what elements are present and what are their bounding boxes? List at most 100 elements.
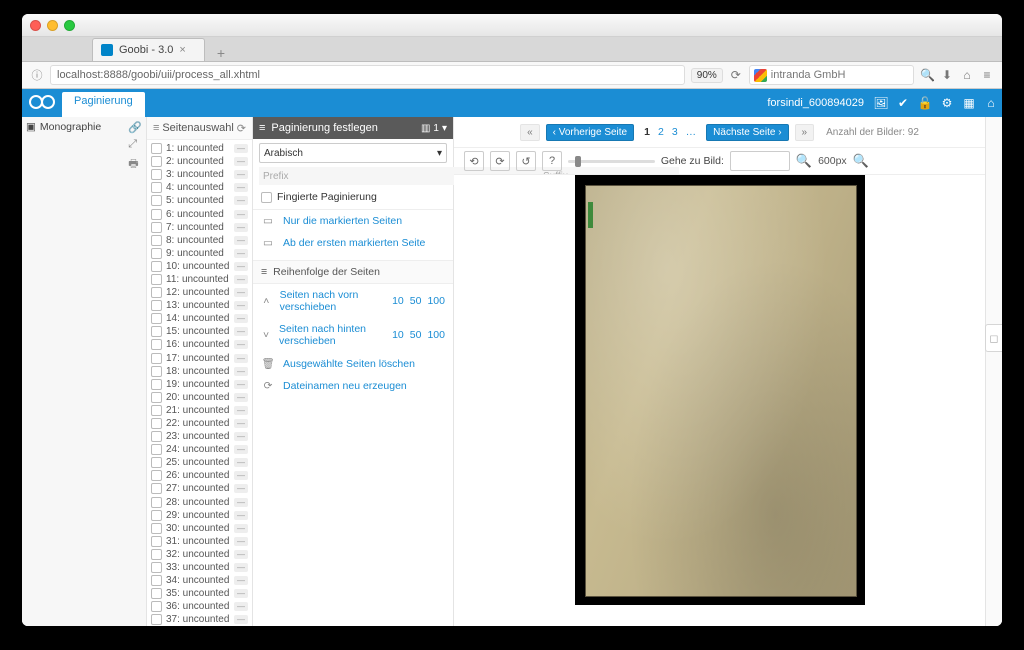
- page-checkbox[interactable]: [151, 588, 162, 599]
- page-checkbox[interactable]: [151, 300, 162, 311]
- page-checkbox[interactable]: [151, 601, 162, 612]
- page-row[interactable]: 5: uncounted—: [151, 194, 248, 207]
- order-action[interactable]: ˅Seiten nach hinten verschieben1050100: [253, 318, 453, 352]
- step-link[interactable]: 100: [427, 329, 445, 341]
- pagination-action[interactable]: ▭Ab der ersten markierten Seite: [253, 232, 453, 254]
- step-link[interactable]: 50: [410, 329, 422, 341]
- zoom-in-icon[interactable]: 🔍: [853, 153, 869, 169]
- page-row[interactable]: 34: uncounted—: [151, 574, 248, 587]
- new-tab-button[interactable]: +: [211, 45, 231, 61]
- page-checkbox[interactable]: [151, 143, 162, 154]
- page-checkbox[interactable]: [151, 614, 162, 625]
- page-row[interactable]: 29: uncounted—: [151, 509, 248, 522]
- page-checkbox[interactable]: [151, 379, 162, 390]
- page-row[interactable]: 6: uncounted—: [151, 207, 248, 220]
- home-icon[interactable]: ⌂: [980, 96, 1002, 110]
- hierarchy-icon[interactable]: ⤢: [128, 138, 142, 151]
- help-button[interactable]: ?: [542, 151, 562, 171]
- page-checkbox[interactable]: [151, 470, 162, 481]
- page-row[interactable]: 32: uncounted—: [151, 548, 248, 561]
- zoom-out-icon[interactable]: 🔍: [796, 153, 812, 169]
- page-checkbox[interactable]: [151, 418, 162, 429]
- page-checkbox[interactable]: [151, 366, 162, 377]
- pagination-action[interactable]: ▭Nur die markierten Seiten: [253, 210, 453, 232]
- unlock-icon[interactable]: 🔓: [914, 96, 936, 110]
- page-checkbox[interactable]: [151, 326, 162, 337]
- page-checkbox[interactable]: [151, 222, 162, 233]
- page-checkbox[interactable]: [151, 523, 162, 534]
- page-row[interactable]: 10: uncounted—: [151, 260, 248, 273]
- page-row[interactable]: 23: uncounted—: [151, 430, 248, 443]
- page-row[interactable]: 7: uncounted—: [151, 221, 248, 234]
- image-icon[interactable]: 🖼: [870, 96, 892, 110]
- search-submit-icon[interactable]: 🔍: [920, 68, 934, 82]
- zoom-window-icon[interactable]: [64, 20, 75, 31]
- close-window-icon[interactable]: [30, 20, 41, 31]
- collapse-icon[interactable]: ▣: [26, 121, 36, 133]
- minimize-window-icon[interactable]: [47, 20, 58, 31]
- page-checkbox[interactable]: [151, 339, 162, 350]
- page-row[interactable]: 15: uncounted—: [151, 325, 248, 338]
- prefix-input[interactable]: [259, 167, 399, 185]
- page-row[interactable]: 21: uncounted—: [151, 404, 248, 417]
- page-checkbox[interactable]: [151, 156, 162, 167]
- page-row[interactable]: 18: uncounted—: [151, 365, 248, 378]
- page-row[interactable]: 26: uncounted—: [151, 469, 248, 482]
- page-checkbox[interactable]: [151, 248, 162, 259]
- browser-tab[interactable]: Goobi - 3.0 ×: [92, 38, 205, 61]
- page-row[interactable]: 13: uncounted—: [151, 299, 248, 312]
- page-row[interactable]: 30: uncounted—: [151, 522, 248, 535]
- bookmark-tab[interactable]: ◻: [985, 324, 1002, 352]
- home-icon[interactable]: ⌂: [960, 68, 974, 82]
- page-row[interactable]: 22: uncounted—: [151, 417, 248, 430]
- site-info-icon[interactable]: ⓘ: [30, 67, 44, 83]
- page-row[interactable]: 20: uncounted—: [151, 391, 248, 404]
- numbering-type-select[interactable]: Arabisch ▾: [259, 143, 447, 163]
- page-row[interactable]: 3: uncounted—: [151, 168, 248, 181]
- grid-icon[interactable]: ▦: [958, 96, 980, 110]
- page-row[interactable]: 37: uncounted—: [151, 613, 248, 626]
- menu-icon[interactable]: ≡: [153, 122, 159, 134]
- url-field[interactable]: localhost:8888/goobi/uii/process_all.xht…: [50, 65, 685, 85]
- page-row[interactable]: 4: uncounted—: [151, 181, 248, 194]
- gear-icon[interactable]: ⚙: [936, 96, 958, 110]
- zoom-level[interactable]: 90%: [691, 68, 723, 83]
- next-page-button[interactable]: Nächste Seite ›: [706, 124, 788, 141]
- page-row[interactable]: 2: uncounted—: [151, 155, 248, 168]
- print-icon[interactable]: 🖶: [128, 155, 142, 174]
- menu-icon[interactable]: ≡: [980, 68, 994, 82]
- app-logo[interactable]: [22, 93, 62, 114]
- tab-paginierung[interactable]: Paginierung: [62, 92, 145, 120]
- checkmark-icon[interactable]: ✔: [892, 96, 914, 110]
- rotate-left-button[interactable]: ⟲: [464, 151, 484, 171]
- order-action[interactable]: 🗑Ausgewählte Seiten löschen: [253, 352, 453, 375]
- page-row[interactable]: 35: uncounted—: [151, 587, 248, 600]
- page-checkbox[interactable]: [151, 405, 162, 416]
- page-checkbox[interactable]: [151, 261, 162, 272]
- step-link[interactable]: 10: [392, 329, 404, 341]
- page-row[interactable]: 25: uncounted—: [151, 456, 248, 469]
- page-checkbox[interactable]: [151, 274, 162, 285]
- page-row[interactable]: 28: uncounted—: [151, 496, 248, 509]
- step-link[interactable]: 100: [427, 295, 445, 307]
- reload-icon[interactable]: ⟳: [729, 68, 743, 82]
- page-checkbox[interactable]: [151, 483, 162, 494]
- fictitious-checkbox[interactable]: Fingierte Paginierung: [261, 191, 445, 203]
- order-action[interactable]: ⟳Dateinamen neu erzeugen: [253, 375, 453, 397]
- page-row[interactable]: 19: uncounted—: [151, 378, 248, 391]
- page-checkbox[interactable]: [151, 313, 162, 324]
- page-row[interactable]: 14: uncounted—: [151, 312, 248, 325]
- refresh-icon[interactable]: ⟳: [237, 122, 246, 135]
- step-link[interactable]: 50: [410, 295, 422, 307]
- page-checkbox[interactable]: [151, 536, 162, 547]
- downloads-icon[interactable]: ⬇: [940, 68, 954, 82]
- page-checkbox[interactable]: [151, 287, 162, 298]
- page-row[interactable]: 33: uncounted—: [151, 561, 248, 574]
- page-checkbox[interactable]: [151, 169, 162, 180]
- page-checkbox[interactable]: [151, 235, 162, 246]
- page-checkbox[interactable]: [151, 562, 162, 573]
- page-row[interactable]: 27: uncounted—: [151, 482, 248, 495]
- prev-page-button[interactable]: ‹ Vorherige Seite: [546, 124, 635, 141]
- last-page-button[interactable]: »: [795, 124, 815, 141]
- page-row[interactable]: 1: uncounted—: [151, 142, 248, 155]
